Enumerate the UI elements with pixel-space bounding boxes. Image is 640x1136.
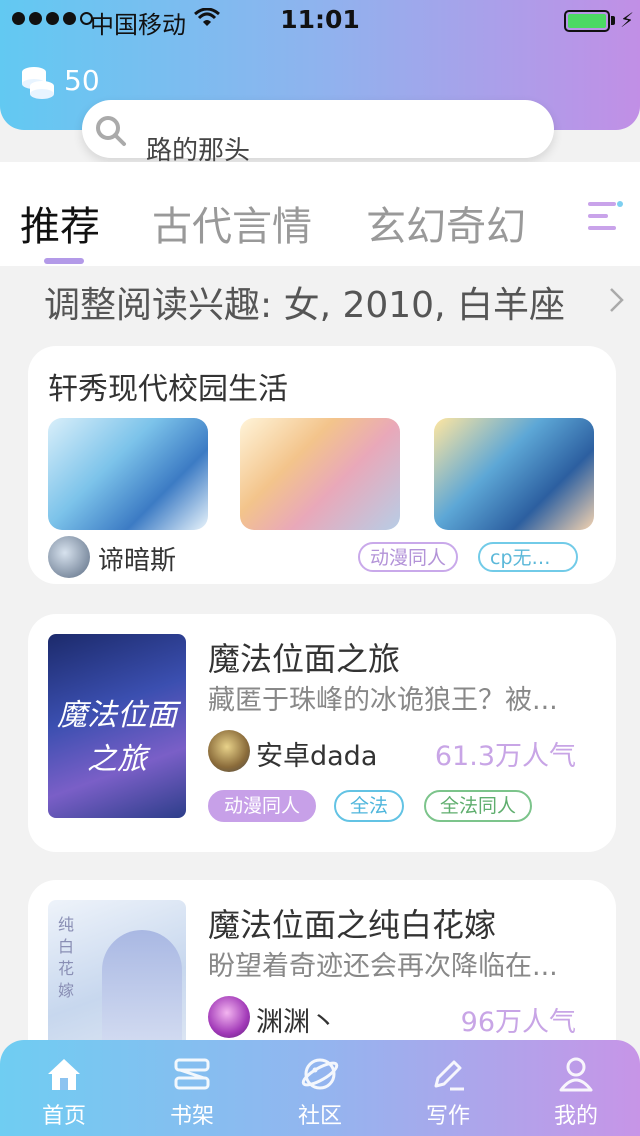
collection-author[interactable]: 谛暗斯 [98,540,176,577]
book-cover[interactable]: 魔法位面之旅 [48,634,186,818]
interest-label: 调整阅读兴趣: 女, 2010, 白羊座 [44,285,565,326]
coin-icon[interactable] [20,64,56,100]
avatar[interactable] [208,996,250,1038]
book-tag[interactable]: 全法 [334,790,405,822]
status-bar: 中国移动 11:01 ⚡ [0,0,640,40]
write-icon [434,1060,464,1091]
tab-label: 我的 [553,1104,598,1129]
tab-fantasy[interactable]: 玄幻奇幻 [366,194,526,252]
collection-tag[interactable]: cp无虐... [478,542,578,572]
collection-title: 轩秀现代校园生活 [48,372,288,407]
tab-community[interactable]: 社区 [256,1040,384,1136]
book-author[interactable]: 渊渊丶 [256,1000,337,1039]
book-cover-title: 纯白花嫁 [58,915,75,1000]
avatar[interactable] [48,536,90,578]
avatar[interactable] [208,730,250,772]
collection-thumbnail-3[interactable] [434,418,594,530]
book-author[interactable]: 安卓dada [256,734,377,773]
tab-profile[interactable]: 我的 [512,1040,640,1136]
home-icon [48,1059,80,1090]
book-cover-title: 魔法位面之旅 [57,698,177,777]
tab-label: 社区 [297,1104,342,1129]
tab-bookshelf[interactable]: 书架 [128,1040,256,1136]
book-description: 盼望着奇迹还会再次降临在... [208,951,558,982]
search-bar[interactable]: 路的那头 [82,100,554,166]
tab-recommend[interactable]: 推荐 [20,194,100,252]
collection-card[interactable]: 轩秀现代校园生活 谛暗斯 动漫同人 cp无虐... [28,346,616,584]
book-popularity: 96万人气 [460,1007,576,1038]
tab-label: 写作 [425,1104,470,1129]
category-menu-icon[interactable] [588,198,624,238]
bottom-tab-bar: 首页 书架 社区 写作 我的 [0,1040,640,1136]
coin-count: 50 [64,64,100,97]
profile-icon [559,1057,593,1092]
search-icon [96,116,126,146]
collection-thumbnail-1[interactable] [48,418,208,530]
chevron-right-icon [610,288,624,312]
collection-tag[interactable]: 动漫同人 [358,542,459,572]
tab-label: 首页 [41,1104,86,1129]
book-title[interactable]: 魔法位面之旅 [208,634,400,680]
tab-label: 书架 [169,1104,214,1129]
charging-icon: ⚡ [620,8,635,32]
book-title[interactable]: 魔法位面之纯白花嫁 [208,900,496,946]
category-tabs: 推荐 古代言情 玄幻奇幻 [0,162,640,266]
tab-indicator [44,258,84,264]
collection-thumbnail-2[interactable] [240,418,400,530]
clock: 11:01 [280,5,360,34]
tab-ancient-romance[interactable]: 古代言情 [152,194,312,252]
bookshelf-icon [174,1058,210,1090]
book-description: 藏匿于珠峰的冰诡狼王？被... [208,685,558,716]
book-card[interactable]: 魔法位面之旅 魔法位面之旅 藏匿于珠峰的冰诡狼王？被... 安卓dada 61.… [28,614,616,852]
battery-tip [611,16,615,25]
community-icon [301,1058,339,1090]
book-tag[interactable]: 动漫同人 [208,790,317,822]
interest-settings[interactable]: 调整阅读兴趣: 女, 2010, 白羊座 [0,266,640,330]
tab-home[interactable]: 首页 [0,1040,128,1136]
book-popularity: 61.3万人气 [434,741,576,772]
tab-write[interactable]: 写作 [384,1040,512,1136]
book-tag[interactable]: 全法同人 [424,790,533,822]
battery-icon [564,10,610,32]
